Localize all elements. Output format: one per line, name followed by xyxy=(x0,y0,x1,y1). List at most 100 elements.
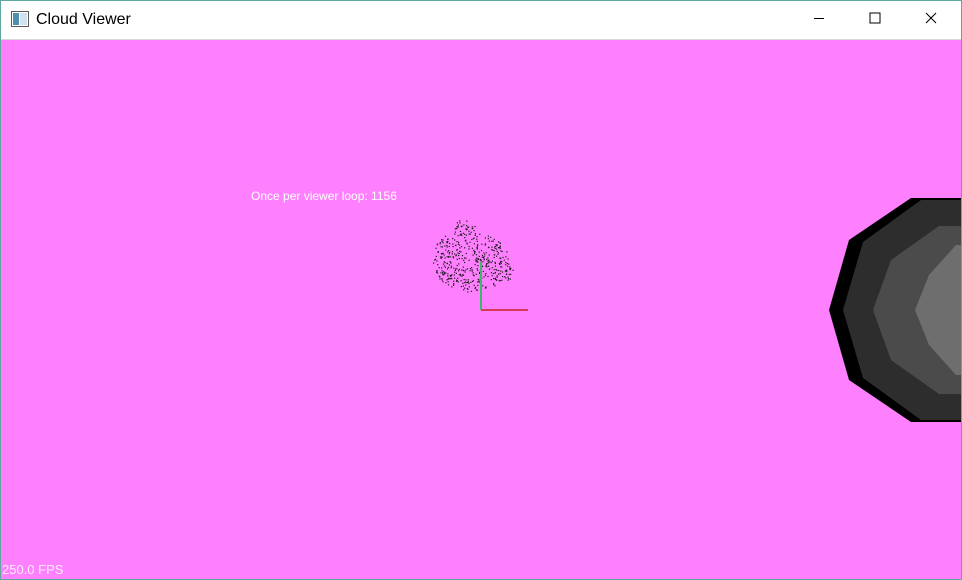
window-title: Cloud Viewer xyxy=(36,11,131,28)
cloud-point xyxy=(459,230,462,232)
cloud-point xyxy=(486,258,488,260)
cloud-point xyxy=(459,273,462,275)
cloud-point xyxy=(474,233,476,235)
cloud-point xyxy=(443,274,445,276)
cloud-point xyxy=(476,236,478,238)
cloud-point xyxy=(471,228,473,230)
cloud-point xyxy=(469,233,471,235)
cloud-point xyxy=(450,277,452,280)
cloud-point xyxy=(466,224,468,227)
cloud-point xyxy=(446,241,448,243)
cloud-point xyxy=(461,275,463,277)
cloud-point xyxy=(488,265,490,267)
cloud-point xyxy=(494,246,496,248)
cloud-point xyxy=(445,249,447,251)
cloud-point xyxy=(458,268,460,271)
cloud-point xyxy=(448,277,450,279)
cloud-point xyxy=(499,262,501,264)
cloud-point xyxy=(475,257,478,259)
cloud-point xyxy=(468,248,470,250)
cloud-point xyxy=(494,247,496,250)
cloud-point xyxy=(469,268,471,270)
cloud-point xyxy=(499,247,501,249)
cloud-point xyxy=(468,286,470,288)
cloud-point xyxy=(460,275,462,277)
app-window-icon xyxy=(11,11,29,27)
cloud-point xyxy=(461,255,464,257)
cloud-point xyxy=(434,258,437,260)
cloud-point xyxy=(481,256,483,258)
cloud-point xyxy=(505,261,507,264)
cloud-point xyxy=(471,270,473,272)
cloud-point xyxy=(497,252,499,254)
cloud-point xyxy=(461,234,463,236)
cloud-point xyxy=(452,257,454,259)
cloud-point xyxy=(492,249,494,251)
cloud-point xyxy=(481,254,484,256)
cloud-point xyxy=(458,254,460,257)
3d-viewport[interactable]: Once per viewer loop: 1156 250.0 FPS xyxy=(1,40,961,579)
minimize-button[interactable] xyxy=(791,1,847,39)
cloud-point xyxy=(440,257,442,259)
viewer-scene xyxy=(433,198,961,422)
cloud-point xyxy=(502,276,504,278)
cloud-point xyxy=(482,285,484,287)
cloud-point xyxy=(455,268,457,270)
cloud-point xyxy=(490,272,492,274)
cloud-point xyxy=(441,278,443,280)
cloud-point xyxy=(457,224,459,226)
cloud-point xyxy=(450,267,452,269)
cloud-point xyxy=(501,271,504,273)
cloud-point xyxy=(475,254,478,256)
cloud-point xyxy=(484,287,486,289)
cloud-point xyxy=(466,226,469,228)
cloud-point xyxy=(458,252,460,255)
cloud-point xyxy=(447,284,450,286)
cloud-point xyxy=(476,240,478,242)
cloud-point xyxy=(443,261,445,263)
cloud-point xyxy=(442,252,444,254)
cloud-point xyxy=(456,222,458,224)
cloud-point xyxy=(457,243,459,245)
cloud-point xyxy=(496,276,498,278)
cloud-point xyxy=(458,241,460,243)
cloud-point xyxy=(458,244,461,246)
cloud-point xyxy=(456,227,458,229)
cloud-point xyxy=(465,229,467,231)
close-icon xyxy=(925,11,937,29)
cloud-point xyxy=(452,238,454,240)
cloud-point xyxy=(449,251,451,253)
cloud-point xyxy=(495,245,497,248)
cloud-point xyxy=(454,271,456,273)
cloud-point xyxy=(490,236,492,238)
cloud-point xyxy=(462,266,464,268)
cloud-point xyxy=(441,253,443,255)
cloud-point xyxy=(448,253,450,255)
close-button[interactable] xyxy=(903,1,959,39)
cloud-point xyxy=(477,284,479,286)
cloud-point xyxy=(459,250,461,252)
cloud-point xyxy=(482,270,484,273)
cloud-point xyxy=(471,269,473,271)
cloud-point xyxy=(447,275,449,277)
cloud-point xyxy=(446,246,448,248)
cloud-point xyxy=(492,240,494,242)
cloud-point xyxy=(464,257,466,259)
cloud-point xyxy=(470,290,473,292)
cloud-point xyxy=(455,244,457,246)
cloud-point xyxy=(494,277,496,279)
fps-counter: 250.0 FPS xyxy=(2,562,64,577)
cloud-point xyxy=(454,253,456,255)
cloud-point xyxy=(476,260,478,262)
cloud-point xyxy=(487,260,489,262)
cloud-point xyxy=(446,256,448,258)
cloud-point xyxy=(441,279,443,281)
maximize-button[interactable] xyxy=(847,1,903,39)
cloud-point xyxy=(498,270,500,272)
title-bar[interactable]: Cloud Viewer xyxy=(1,1,961,40)
cloud-point xyxy=(466,220,468,222)
cloud-point xyxy=(454,231,456,233)
cloud-point xyxy=(499,273,501,275)
maximize-icon xyxy=(869,11,881,29)
cloud-point xyxy=(512,269,514,271)
